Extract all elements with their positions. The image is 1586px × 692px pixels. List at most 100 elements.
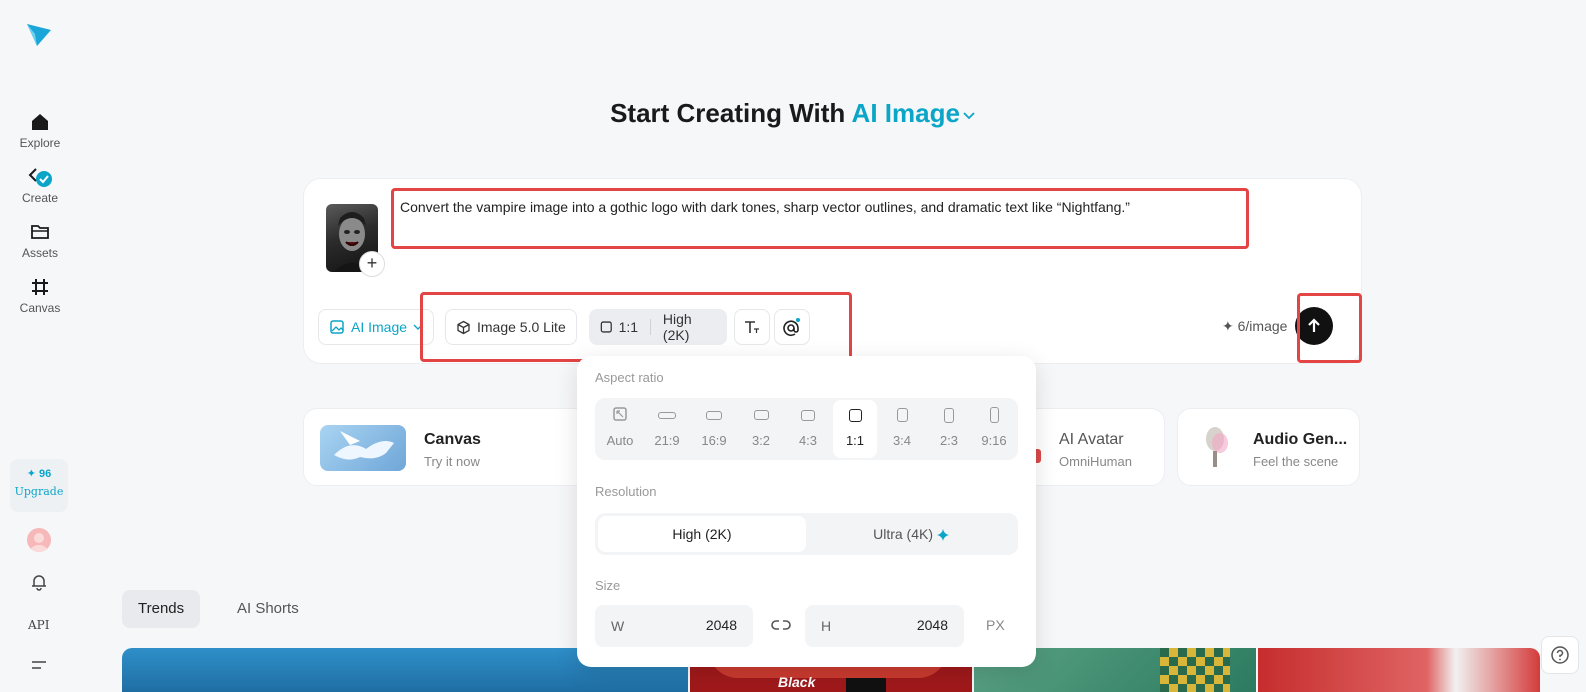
chevron-down-icon — [963, 112, 975, 120]
width-field[interactable]: W 2048 — [595, 605, 753, 647]
mode-select-button[interactable]: AI Image — [318, 309, 435, 345]
ratio-option-2-3[interactable]: 2:3 — [927, 400, 971, 458]
sidebar-item-create[interactable]: Create — [0, 165, 80, 205]
sparkle-icon — [936, 529, 949, 542]
feature-title: AI Avatar — [1059, 431, 1124, 448]
ratio-label: 9:16 — [981, 433, 1007, 448]
ratio-shape — [658, 412, 676, 419]
folder-icon — [31, 225, 49, 239]
resolution-options: High (2K) Ultra (4K) — [595, 513, 1018, 555]
ratio-option-21-9[interactable]: 21:9 — [645, 400, 689, 458]
canvas-thumbnail — [320, 425, 406, 471]
ratio-label: 3:2 — [751, 433, 771, 448]
ratio-option-16-9[interactable]: 16:9 — [692, 400, 736, 458]
ratio-option-9-16[interactable]: 9:16 — [972, 400, 1016, 458]
sidebar-item-canvas[interactable]: Canvas — [0, 275, 80, 315]
ratio-shape — [896, 408, 908, 422]
ratio-option-3-4[interactable]: 3:4 — [880, 400, 924, 458]
ratio-shape — [989, 407, 999, 423]
mode-label: AI Image — [851, 98, 960, 128]
tab-trends[interactable]: Trends — [122, 590, 201, 628]
add-image-button[interactable]: + — [359, 251, 385, 277]
resolution-option-high[interactable]: High (2K) — [598, 516, 806, 552]
mode-dropdown[interactable]: AI Image — [852, 98, 976, 128]
help-button[interactable] — [1541, 636, 1579, 674]
ratio-label: 1:1 — [845, 433, 865, 448]
gallery-card-text: Black — [778, 674, 816, 690]
menu-icon[interactable] — [31, 659, 47, 673]
height-field[interactable]: H 2048 — [805, 605, 964, 647]
ratio-label: 16:9 — [701, 433, 727, 448]
feature-title: Canvas — [424, 431, 481, 448]
mention-button[interactable] — [774, 309, 810, 345]
credits-count: ✦ 96 — [26, 468, 52, 480]
ratio-option-3-2[interactable]: 3:2 — [739, 400, 783, 458]
question-icon — [1551, 646, 1569, 664]
prompt-card: + Convert the vampire image into a gothi… — [303, 178, 1362, 364]
text-style-button[interactable] — [734, 309, 770, 345]
upgrade-button[interactable]: ✦ 96 Upgrade — [10, 459, 68, 512]
arrow-up-icon — [1308, 318, 1320, 332]
link-ratio-icon[interactable] — [770, 618, 792, 632]
ratio-option-4-3[interactable]: 4:3 — [786, 400, 830, 458]
bell-icon[interactable] — [29, 572, 49, 592]
resolution-label: Resolution — [595, 484, 657, 499]
image-icon — [330, 320, 344, 334]
ratio-label: Auto — [606, 433, 634, 448]
ratio-label: 1:1 — [618, 319, 639, 335]
cube-icon — [457, 320, 470, 334]
avatar-icon — [30, 533, 48, 552]
model-select-button[interactable]: Image 5.0 Lite — [445, 309, 577, 345]
unit-label: PX — [986, 617, 1005, 633]
model-select-label: Image 5.0 Lite — [477, 319, 566, 335]
ratio-shape — [706, 411, 722, 420]
api-link[interactable]: API — [28, 618, 49, 632]
upgrade-label: Upgrade — [14, 485, 64, 498]
feature-subtitle: OmniHuman — [1059, 454, 1132, 469]
feature-subtitle: Try it now — [424, 454, 480, 469]
app-logo[interactable] — [25, 20, 53, 48]
ratio-quality-popup: Aspect ratio Auto 21:9 16:9 3:2 4:3 1:1 … — [577, 356, 1036, 667]
ratio-shape — [944, 408, 954, 423]
aspect-ratio-label: Aspect ratio — [595, 370, 664, 385]
square-ratio-icon — [600, 321, 612, 333]
ratio-quality-button[interactable]: 1:1 High (2K) — [589, 309, 727, 345]
size-label: Size — [595, 578, 621, 593]
resolution-option-ultra[interactable]: Ultra (4K) — [807, 516, 1015, 552]
gallery-checker — [1160, 648, 1230, 692]
feature-card-canvas[interactable]: Canvas Try it now — [303, 408, 588, 486]
ratio-option-auto[interactable]: Auto — [598, 400, 642, 458]
cost-per-image: ✦ 6/image — [1222, 318, 1288, 334]
prompt-input[interactable]: Convert the vampire image into a gothic … — [400, 198, 1240, 216]
divider — [650, 319, 651, 335]
pegasus-image — [334, 431, 394, 460]
canvas-icon — [32, 279, 48, 295]
tab-ai-shorts[interactable]: AI Shorts — [221, 590, 315, 628]
microphone-icon — [1206, 427, 1228, 467]
ratio-label: 3:4 — [892, 433, 912, 448]
at-sign-icon — [783, 318, 800, 337]
chevron-down-icon — [413, 324, 423, 330]
page-title: Start Creating With AI Image — [0, 98, 1586, 129]
feature-card-audio-gen[interactable]: Audio Gen... Feel the scene — [1177, 408, 1360, 486]
gallery-card[interactable] — [1258, 648, 1540, 692]
sidebar-item-assets[interactable]: Assets — [0, 220, 80, 260]
auto-ratio-icon — [613, 407, 627, 421]
sidebar-item-label: Canvas — [19, 301, 61, 315]
send-button[interactable] — [1295, 307, 1333, 345]
quality-label: High (2K) — [662, 311, 692, 343]
ratio-label: 21:9 — [654, 433, 680, 448]
ratio-label: 2:3 — [939, 433, 959, 448]
gallery-shape — [846, 678, 886, 692]
resolution-option-label: Ultra (4K) — [873, 526, 933, 542]
sidebar-item-label: Assets — [21, 246, 58, 260]
feature-subtitle: Feel the scene — [1253, 454, 1339, 469]
text-format-icon — [745, 321, 759, 333]
ratio-shape — [801, 410, 815, 421]
sidebar-item-label: Explore — [19, 136, 61, 150]
ratio-option-1-1[interactable]: 1:1 — [833, 400, 877, 458]
width-field-label: W — [611, 618, 625, 634]
avatar[interactable] — [27, 528, 51, 552]
height-field-label: H — [821, 618, 832, 634]
ratio-shape — [848, 409, 862, 422]
